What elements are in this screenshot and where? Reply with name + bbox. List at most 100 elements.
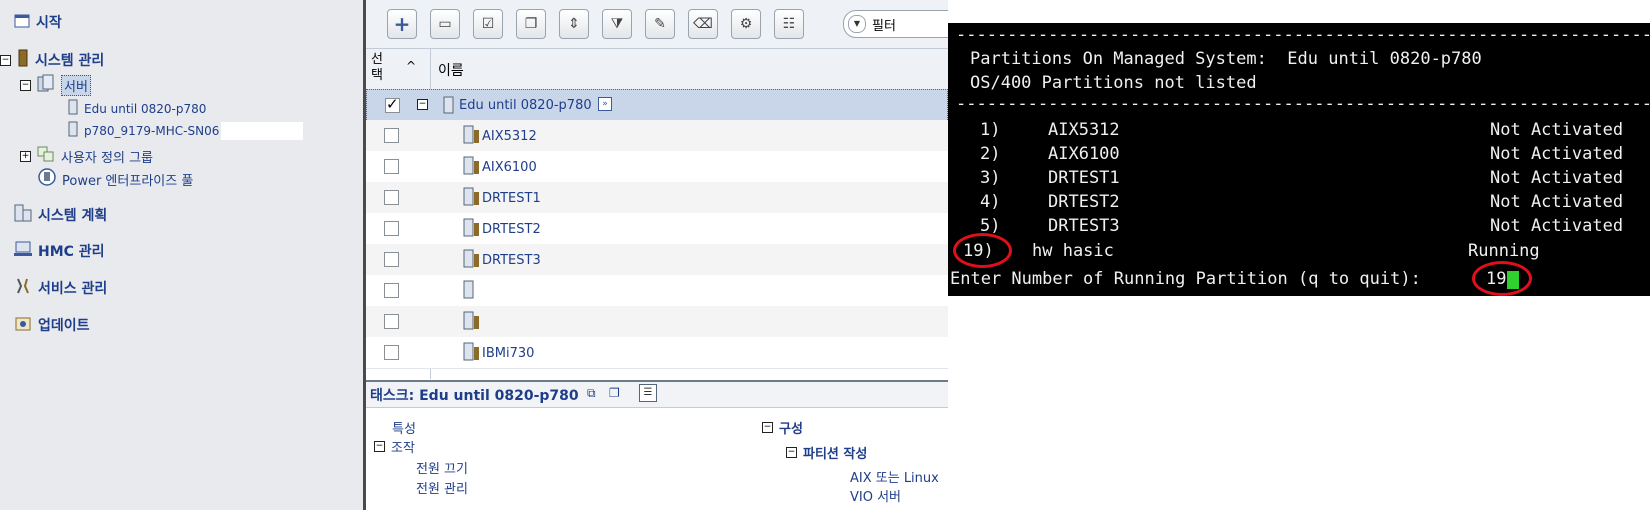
table-row[interactable]: ✓ − Edu until 0820-p780 » bbox=[366, 89, 948, 122]
gear-icon: ⚙ bbox=[739, 16, 753, 32]
partition-name: AIX5312 bbox=[1048, 120, 1120, 140]
table-row[interactable]: DRTEST1 bbox=[366, 182, 948, 214]
task-power-management[interactable]: 전원 관리 bbox=[416, 478, 468, 497]
tools-icon bbox=[14, 277, 32, 299]
table-row[interactable] bbox=[366, 275, 948, 307]
row-name[interactable]: Edu until 0820-p780 bbox=[459, 98, 592, 113]
row-name[interactable]: AIX5312 bbox=[482, 129, 537, 144]
table-row[interactable]: AIX6100 bbox=[366, 151, 948, 183]
row-checkbox bbox=[384, 190, 399, 205]
task-create-aix-linux[interactable]: AIX 또는 Linux bbox=[850, 467, 939, 486]
chevron-down-icon[interactable]: ▼ bbox=[848, 15, 866, 33]
partition-icon bbox=[463, 249, 481, 273]
task-power-off[interactable]: 전원 끄기 bbox=[416, 458, 468, 477]
partition-icon bbox=[463, 125, 481, 149]
row-checkbox bbox=[384, 314, 399, 329]
running-partition-state: Running bbox=[1468, 241, 1540, 261]
expand-icon[interactable]: + bbox=[20, 150, 31, 162]
deselect-all-button[interactable]: ❐ bbox=[516, 9, 546, 39]
terminal-window[interactable]: ----------------------------------------… bbox=[948, 23, 1650, 296]
add-button[interactable]: + bbox=[387, 9, 417, 39]
view-settings-button[interactable]: ☷ bbox=[774, 9, 804, 39]
nav-item-custom-groups[interactable]: + 사용자 정의 그룹 bbox=[20, 146, 153, 166]
nav-item-hmc-management[interactable]: HMC 관리 bbox=[14, 241, 105, 261]
edit-icon: ▭ bbox=[438, 16, 452, 32]
row-name[interactable]: DRTEST3 bbox=[482, 253, 541, 268]
expand-all-button[interactable]: ⇕ bbox=[559, 9, 589, 39]
table-row[interactable]: DRTEST2 bbox=[366, 213, 948, 245]
nav-item-service-management[interactable]: 서비스 관리 bbox=[14, 277, 107, 299]
task-group-create-partition[interactable]: − 파티션 작성 bbox=[786, 443, 867, 462]
row-checkbox bbox=[384, 345, 399, 360]
collapse-icon[interactable]: − bbox=[762, 422, 773, 433]
plus-icon: + bbox=[393, 12, 411, 36]
context-menu-icon[interactable]: » bbox=[598, 97, 612, 111]
sort-ascending-icon[interactable]: ^ bbox=[406, 59, 416, 73]
terminal-divider: ----------------------------------------… bbox=[956, 94, 1650, 114]
copy-icon: ❐ bbox=[524, 16, 538, 32]
row-checkbox[interactable]: ✓ bbox=[385, 95, 400, 113]
partition-state: Not Activated bbox=[1490, 216, 1624, 236]
table-row[interactable]: DRTEST3 bbox=[366, 244, 948, 276]
nav-item-power-pool[interactable]: Power 엔터프라이즈 풀 bbox=[38, 168, 193, 190]
row-name[interactable]: AIX6100 bbox=[482, 160, 537, 175]
column-header-select[interactable]: 선택 bbox=[371, 52, 389, 84]
column-header-name[interactable]: 이름 bbox=[438, 60, 464, 80]
collapse-icon[interactable]: − bbox=[20, 79, 31, 91]
configure-columns-button[interactable]: ⚙ bbox=[731, 9, 761, 39]
partition-state: Not Activated bbox=[1490, 120, 1624, 140]
partition-name: DRTEST2 bbox=[1048, 192, 1120, 212]
maximize-icon[interactable]: ⧉ bbox=[587, 386, 596, 401]
task-group-operations[interactable]: − 조작 bbox=[374, 437, 415, 456]
partition-state: Not Activated bbox=[1490, 168, 1624, 188]
collapse-icon[interactable]: − bbox=[374, 441, 385, 452]
pen-icon: ✎ bbox=[654, 16, 666, 32]
nav-item-server-edu[interactable]: Edu until 0820-p780 bbox=[68, 99, 206, 119]
restore-icon[interactable]: ❐ bbox=[609, 386, 620, 400]
task-list-icon[interactable]: ☰ bbox=[639, 384, 657, 402]
navigation-panel: 시작 − 시스템 관리 − 서버 Edu until 0820-p780 p78… bbox=[0, 0, 363, 510]
nav-label: 서버 bbox=[61, 74, 91, 96]
tasks-header: 태스크: Edu until 0820-p780 ⧉ ❐ ☰ bbox=[366, 380, 948, 408]
partition-number: 1) bbox=[980, 120, 1001, 140]
nav-item-updates[interactable]: 업데이트 bbox=[14, 314, 90, 336]
task-properties[interactable]: 특성 bbox=[392, 418, 416, 437]
edit-filter-button[interactable]: ✎ bbox=[645, 9, 675, 39]
window-icon bbox=[14, 13, 30, 32]
power-pool-icon bbox=[38, 168, 56, 190]
row-name[interactable]: DRTEST2 bbox=[482, 222, 541, 237]
nav-label: HMC 관리 bbox=[38, 244, 105, 260]
nav-item-server-p780[interactable]: p780_9179-MHC-SN06 bbox=[68, 121, 304, 141]
table-row[interactable] bbox=[366, 306, 948, 338]
expand-icon: ⇕ bbox=[568, 16, 580, 32]
edit-button[interactable]: ▭ bbox=[430, 9, 460, 39]
partition-name: DRTEST3 bbox=[1048, 216, 1120, 236]
task-group-configuration[interactable]: − 구성 bbox=[762, 418, 803, 437]
server-rack-icon bbox=[17, 49, 29, 71]
clear-filter-button[interactable]: ⌫ bbox=[688, 9, 718, 39]
task-create-vio-server[interactable]: VIO 서버 bbox=[850, 486, 901, 505]
row-checkbox bbox=[384, 128, 399, 143]
collapse-icon[interactable]: − bbox=[417, 99, 428, 110]
nav-item-servers[interactable]: − 서버 bbox=[20, 74, 91, 96]
task-group-label: 구성 bbox=[779, 422, 803, 437]
nav-item-start[interactable]: 시작 bbox=[14, 12, 62, 32]
check-icon: ☑ bbox=[481, 16, 495, 32]
filter-button[interactable]: ⧩ bbox=[602, 9, 632, 39]
row-checkbox bbox=[384, 159, 399, 174]
terminal-prompt: Enter Number of Running Partition (q to … bbox=[950, 269, 1421, 289]
table-row[interactable]: IBMi730 bbox=[366, 337, 948, 369]
update-icon bbox=[14, 314, 32, 336]
table-row[interactable]: AIX5312 bbox=[366, 120, 948, 152]
eraser-icon: ⌫ bbox=[693, 16, 713, 32]
filter-input[interactable]: ▼ 필터 bbox=[843, 10, 948, 38]
row-name[interactable]: IBMi730 bbox=[482, 346, 534, 361]
collapse-icon[interactable]: − bbox=[0, 54, 11, 66]
partition-number: 3) bbox=[980, 168, 1001, 188]
nav-item-system-plans[interactable]: 시스템 계획 bbox=[14, 204, 107, 226]
nav-item-system-management[interactable]: − 시스템 관리 bbox=[0, 49, 104, 71]
select-all-button[interactable]: ☑ bbox=[473, 9, 503, 39]
collapse-icon[interactable]: − bbox=[786, 447, 797, 458]
nav-label: Power 엔터프라이즈 풀 bbox=[62, 173, 194, 189]
row-name[interactable]: DRTEST1 bbox=[482, 191, 541, 206]
